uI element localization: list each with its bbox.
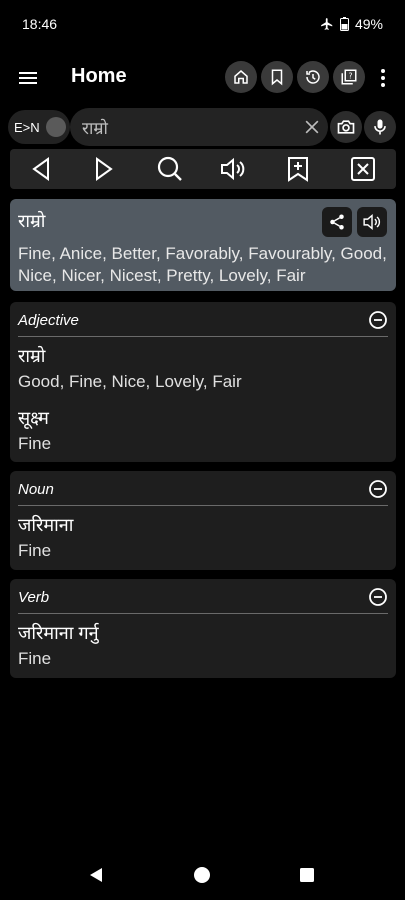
action-toolbar (10, 149, 396, 189)
minus-circle-icon (369, 588, 387, 606)
svg-text:?: ? (349, 72, 353, 81)
nav-back-button[interactable] (86, 865, 106, 885)
entry-meaning: Fine (18, 541, 52, 560)
app-bar: Home ? (0, 56, 405, 100)
collapse-noun-button[interactable] (368, 479, 388, 499)
toggle-knob (45, 117, 66, 137)
language-toggle-label: E>N (14, 119, 40, 135)
home-icon (234, 70, 248, 84)
result-meaning: Fine, Anice, Better, Favorably, Favourab… (18, 244, 387, 285)
hamburger-menu-icon (19, 72, 37, 84)
menu-button[interactable] (16, 66, 40, 90)
nav-home-icon (194, 867, 210, 883)
camera-button[interactable] (330, 111, 362, 143)
speaker-icon (363, 214, 381, 230)
history-icon (306, 70, 320, 84)
entry-word: जरिमाना (18, 515, 74, 535)
camera-icon (337, 120, 355, 134)
close-box-icon (351, 157, 375, 181)
minus-circle-icon (369, 480, 387, 498)
search-button[interactable] (156, 155, 184, 183)
search-row: E>N राम्रो (0, 108, 405, 146)
back-button[interactable] (27, 155, 55, 183)
section-label: Verb (18, 589, 50, 606)
status-bar: 18:46 49% (0, 0, 405, 48)
more-vert-icon (381, 69, 385, 87)
search-icon (157, 156, 182, 181)
battery-icon (339, 17, 349, 31)
section-label: Adjective (18, 312, 79, 329)
entry-meaning: Fine (18, 649, 52, 668)
system-nav-bar (0, 850, 405, 900)
triangle-right-icon (96, 157, 113, 181)
nav-recents-icon (300, 868, 314, 882)
noun-section: Noun जरिमाना Fine (10, 471, 396, 570)
bookmark-add-icon (288, 157, 308, 182)
search-query: राम्रो (82, 118, 108, 138)
history-button[interactable] (297, 61, 329, 93)
home-button[interactable] (225, 61, 257, 93)
section-divider (18, 613, 388, 614)
result-word: राम्रो (18, 211, 46, 231)
clear-search-button[interactable] (302, 117, 322, 137)
entry-meaning: Fine (18, 434, 52, 453)
collapse-adjective-button[interactable] (368, 310, 388, 330)
page-title: Home (71, 65, 127, 87)
status-time: 18:46 (22, 16, 58, 32)
status-icons: 49% (320, 16, 383, 32)
quiz-icon: ? (341, 69, 357, 85)
nav-recents-button[interactable] (297, 865, 317, 885)
minus-circle-icon (369, 311, 387, 329)
verb-section: Verb जरिमाना गर्नु Fine (10, 579, 396, 678)
section-label: Noun (18, 481, 54, 498)
airplane-mode-icon (320, 17, 334, 31)
close-icon (305, 120, 319, 134)
battery-percent: 49% (354, 16, 383, 32)
more-options-button[interactable] (373, 66, 393, 90)
add-bookmark-button[interactable] (284, 155, 312, 183)
entry-word: जरिमाना गर्नु (18, 623, 99, 643)
speak-button[interactable] (219, 155, 247, 183)
entry-meaning: Good, Fine, Nice, Lovely, Fair (18, 372, 242, 391)
language-toggle[interactable]: E>N (8, 110, 70, 144)
clear-button[interactable] (349, 155, 377, 183)
share-button[interactable] (322, 207, 352, 237)
speaker-icon (221, 157, 245, 181)
adjective-section: Adjective राम्रो Good, Fine, Nice, Lovel… (10, 302, 396, 462)
forward-button[interactable] (90, 155, 118, 183)
search-input[interactable]: राम्रो (70, 108, 328, 146)
quiz-button[interactable]: ? (333, 61, 365, 93)
share-icon (330, 214, 344, 230)
result-card: राम्रो Fine, Anice, Better, Favorably, F… (10, 199, 396, 291)
collapse-verb-button[interactable] (368, 587, 388, 607)
triangle-left-icon (32, 157, 49, 181)
entry-word: राम्रो (18, 346, 46, 366)
result-speak-button[interactable] (357, 207, 387, 237)
microphone-button[interactable] (364, 111, 396, 143)
bookmark-icon (271, 69, 283, 86)
section-divider (18, 336, 388, 337)
microphone-icon (374, 119, 386, 135)
bookmarks-button[interactable] (261, 61, 293, 93)
nav-back-icon (90, 868, 102, 882)
nav-home-button[interactable] (192, 865, 212, 885)
section-divider (18, 505, 388, 506)
entry-word: सूक्ष्म (18, 408, 49, 428)
